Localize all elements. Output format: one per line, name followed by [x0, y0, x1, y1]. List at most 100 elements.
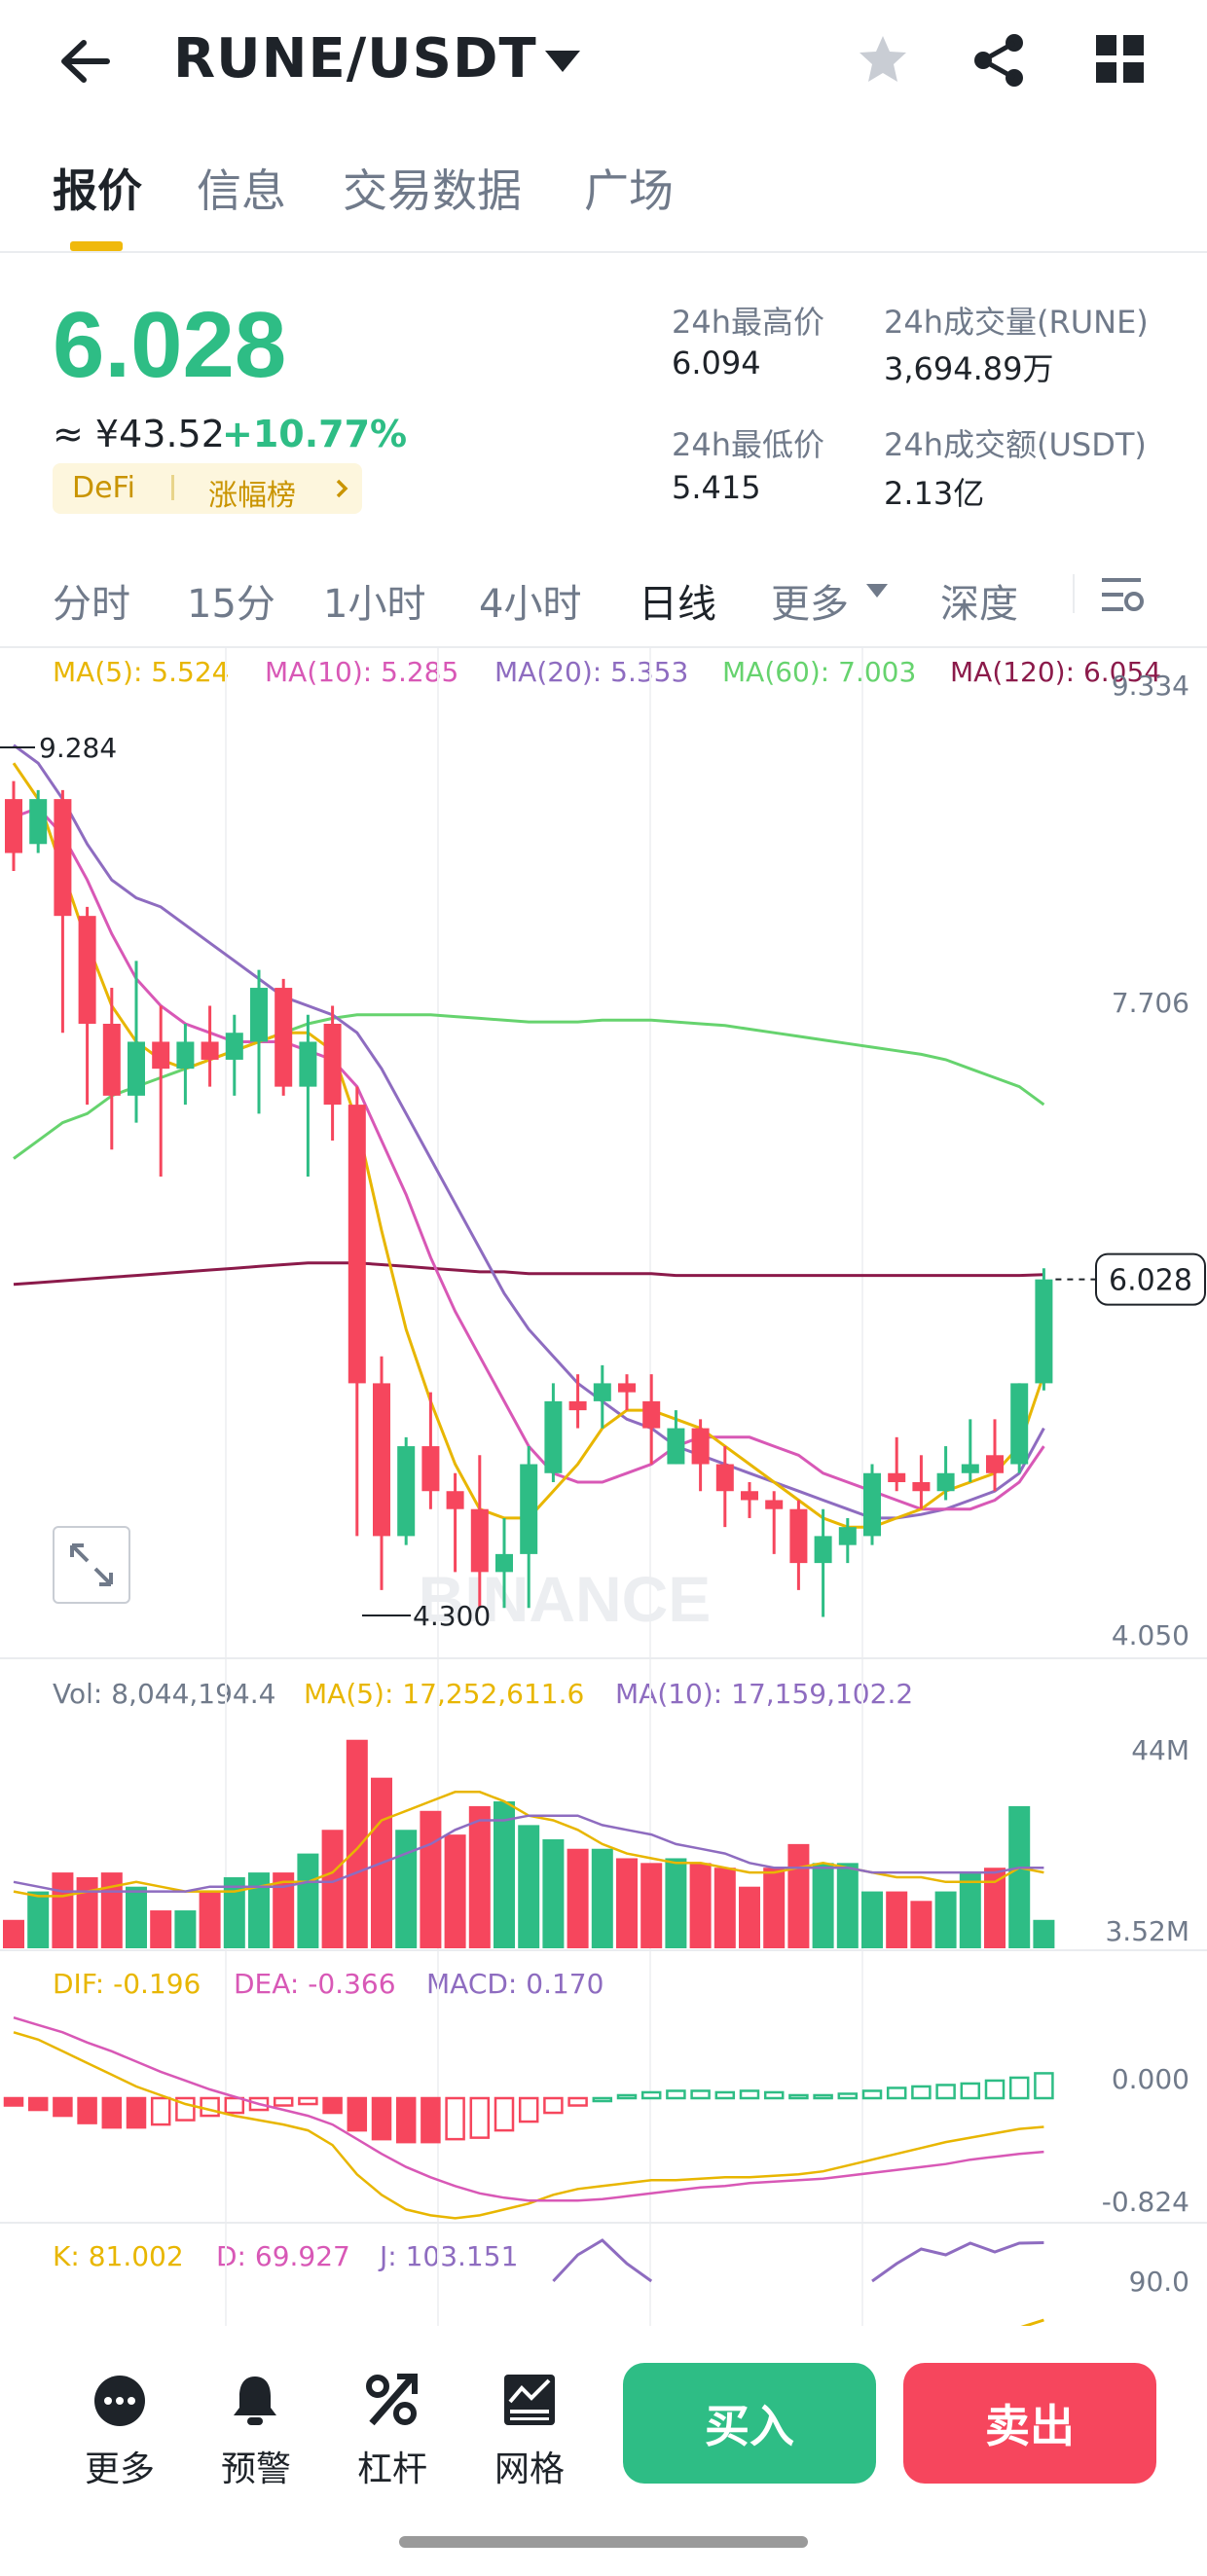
kline-chart[interactable]: BINANCE 9.3347.7064.050 9.2844.3006.028 … — [0, 648, 1207, 2326]
macd-bar — [813, 2093, 833, 2100]
grid-trading-icon[interactable] — [502, 2373, 557, 2427]
volume-tick-bottom: 3.52M — [1105, 1915, 1189, 1947]
ma60-line — [13, 1013, 1045, 1160]
dropdown-icon[interactable] — [545, 51, 580, 74]
candle-body — [78, 916, 96, 1024]
interval-timeline[interactable]: 分时 — [53, 572, 130, 629]
interval-depth[interactable]: 深度 — [940, 572, 1018, 629]
macd-bar — [150, 2096, 171, 2126]
macd-bar — [27, 2096, 49, 2112]
volume-bar — [100, 1872, 123, 1948]
volume-bar — [861, 1891, 883, 1948]
pair-title[interactable]: RUNE/USDT — [173, 27, 537, 91]
volume-bar — [199, 1891, 221, 1948]
tab-quote[interactable]: 报价 — [53, 156, 142, 220]
alert-label[interactable]: 预警 — [188, 2441, 324, 2491]
volume-bar — [812, 1863, 834, 1948]
macd-bar — [518, 2096, 539, 2123]
macd-bar — [200, 2096, 220, 2118]
macd-bar — [273, 2096, 294, 2107]
interval-1h[interactable]: 1小时 — [323, 572, 425, 629]
candle-body — [421, 1446, 440, 1492]
candle-body — [863, 1472, 881, 1537]
macd-bar — [347, 2096, 368, 2132]
macd-bar — [101, 2096, 123, 2129]
interval-15m[interactable]: 15分 — [187, 572, 275, 629]
ma120-path — [13, 1261, 1044, 1287]
high-value: 6.094 — [672, 345, 761, 381]
last-price: 6.028 — [53, 293, 287, 397]
leverage-icon[interactable] — [364, 2373, 419, 2427]
volume-pane: 44M 3.52M — [3, 1734, 1189, 1948]
chart-settings-icon[interactable] — [1102, 576, 1145, 615]
macd-bar — [640, 2090, 662, 2100]
candle-body — [102, 1023, 121, 1096]
macd-bar — [77, 2096, 97, 2124]
tag-divider — [171, 475, 174, 500]
tab-info[interactable]: 信息 — [197, 156, 286, 220]
macd-bar — [126, 2096, 147, 2129]
share-icon[interactable] — [973, 33, 1026, 88]
low-label: 24h最低价 — [672, 426, 825, 463]
interval-more[interactable]: 更多 — [771, 572, 849, 629]
candle-body — [520, 1464, 538, 1554]
macd-bar — [886, 2086, 907, 2100]
tab-trading-data[interactable]: 交易数据 — [343, 156, 522, 220]
low-marker-label: 4.300 — [413, 1600, 491, 1632]
macd-bar — [837, 2092, 859, 2100]
volume-bar — [346, 1739, 368, 1948]
grid-icon[interactable] — [1096, 35, 1145, 84]
home-indicator[interactable] — [399, 2536, 808, 2548]
tag-box[interactable]: DeFi 涨幅榜 — [53, 463, 362, 514]
candle-body — [961, 1464, 979, 1473]
tag-gainers[interactable]: 涨幅榜 — [208, 471, 296, 514]
candle-body — [1035, 1279, 1053, 1384]
volume-bar — [395, 1830, 418, 1948]
buy-button[interactable]: 买入 — [623, 2363, 876, 2484]
volume-bar — [591, 1848, 613, 1948]
volume-bar — [126, 1886, 147, 1948]
candle-body — [544, 1400, 563, 1473]
more-label[interactable]: 更多 — [52, 2441, 188, 2491]
candle-body — [128, 1041, 145, 1096]
volume-bar — [713, 1868, 736, 1948]
high-label: 24h最高价 — [672, 304, 825, 341]
interval-1d[interactable]: 日线 — [639, 572, 716, 629]
candle-body — [741, 1491, 758, 1501]
candle-body — [765, 1500, 784, 1509]
price-tick: 4.050 — [1112, 1619, 1189, 1651]
tab-square[interactable]: 广场 — [584, 156, 674, 220]
volume-bar — [468, 1805, 491, 1948]
back-arrow-icon[interactable] — [58, 37, 113, 86]
candle-body — [838, 1527, 857, 1545]
fullscreen-button[interactable] — [53, 1526, 130, 1604]
macd-bar — [494, 2096, 515, 2132]
leverage-label[interactable]: 杠杆 — [324, 2441, 460, 2491]
tag-defi[interactable]: DeFi — [72, 471, 135, 505]
candle-body — [936, 1472, 955, 1492]
macd-bar — [763, 2090, 785, 2100]
macd-bar — [984, 2079, 1006, 2100]
volume-bar — [321, 1830, 344, 1948]
macd-bar — [935, 2084, 956, 2100]
sell-button[interactable]: 卖出 — [903, 2363, 1156, 2484]
grid-label[interactable]: 网格 — [461, 2441, 598, 2491]
volume-bar — [76, 1876, 98, 1948]
volume-bar — [3, 1919, 24, 1948]
bell-icon[interactable] — [230, 2373, 280, 2427]
ma5-line — [12, 762, 1045, 1529]
macd-bar — [739, 2089, 760, 2100]
macd-bar — [543, 2096, 564, 2115]
macd-bar — [421, 2096, 441, 2144]
top-bar: RUNE/USDT — [0, 0, 1207, 127]
more-dropdown-icon[interactable] — [866, 584, 888, 599]
macd-bar — [690, 2089, 711, 2100]
ma60-path — [13, 1013, 1045, 1160]
more-icon[interactable] — [93, 2375, 146, 2427]
volume-tick-top: 44M — [1131, 1734, 1189, 1766]
star-icon[interactable] — [857, 33, 909, 86]
amount-value: 2.13亿 — [884, 475, 985, 512]
interval-4h[interactable]: 4小时 — [479, 572, 581, 629]
divider — [0, 251, 1207, 253]
volume-bar — [52, 1872, 74, 1948]
